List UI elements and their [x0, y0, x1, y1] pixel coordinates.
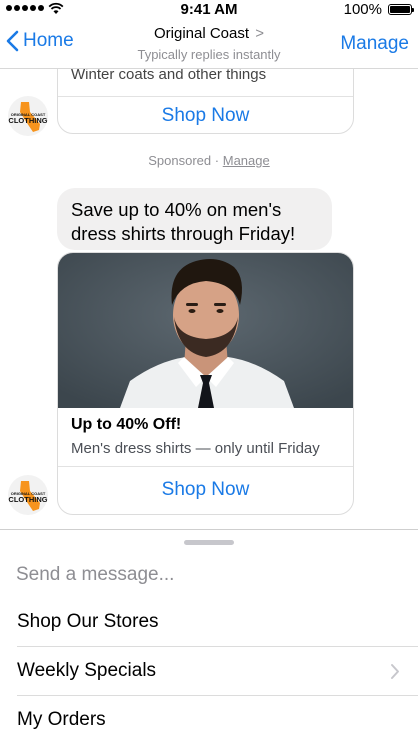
ad-title: Up to 40% Off! — [71, 416, 182, 433]
divider — [17, 695, 418, 696]
svg-text:CLOTHING: CLOTHING — [8, 116, 47, 125]
shop-now-button[interactable]: Shop Now — [58, 99, 353, 133]
page-title: Original Coast — [154, 25, 250, 42]
sponsored-label: Sponsored · Manage — [148, 153, 270, 168]
battery-percentage: 100% — [343, 1, 382, 18]
menu-item-my-orders[interactable]: My Orders — [0, 697, 418, 745]
card-divider — [58, 96, 353, 97]
chevron-right-icon: > — [255, 25, 264, 42]
avatar: ORIGINAL COAST CLOTHING — [8, 96, 48, 136]
brand-logo: ORIGINAL COAST CLOTHING — [8, 102, 48, 132]
status-bar: 9:41 AM 100% — [0, 0, 418, 20]
ad-image[interactable] — [58, 253, 354, 408]
drag-handle[interactable] — [184, 540, 234, 545]
menu-item-label: Weekly Specials — [17, 660, 157, 681]
previous-product-card: Winter coats and other things Shop Now — [57, 69, 354, 134]
message-bubble: Save up to 40% on men's dress shirts thr… — [57, 188, 332, 250]
manage-ads-link[interactable]: Manage — [223, 153, 270, 168]
menu-item-weekly-specials[interactable]: Weekly Specials — [0, 648, 418, 696]
previous-card-text: Winter coats and other things — [71, 69, 267, 83]
brand-logo: ORIGINAL COAST CLOTHING — [8, 481, 48, 511]
chat-thread: Winter coats and other things Shop Now O… — [0, 69, 418, 529]
ad-subtitle: Men's dress shirts — only until Friday — [71, 440, 320, 457]
svg-text:CLOTHING: CLOTHING — [8, 495, 47, 504]
divider — [17, 646, 418, 647]
avatar: ORIGINAL COAST CLOTHING — [8, 475, 48, 515]
navigation-bar: Home Original Coast > Typically replies … — [0, 20, 418, 69]
menu-item-label: My Orders — [17, 709, 106, 730]
battery-icon — [388, 4, 414, 15]
shop-now-button[interactable]: Shop Now — [58, 469, 353, 511]
ad-card: Up to 40% Off! Men's dress shirts — only… — [57, 252, 354, 515]
chevron-right-icon — [391, 664, 399, 679]
message-input[interactable] — [16, 560, 396, 590]
manage-button[interactable]: Manage — [340, 33, 409, 55]
menu-item-shop-our-stores[interactable]: Shop Our Stores — [0, 599, 418, 647]
composer-panel: Shop Our Stores Weekly Specials My Order… — [0, 529, 418, 743]
menu-item-label: Shop Our Stores — [17, 611, 159, 632]
card-divider — [58, 466, 353, 467]
